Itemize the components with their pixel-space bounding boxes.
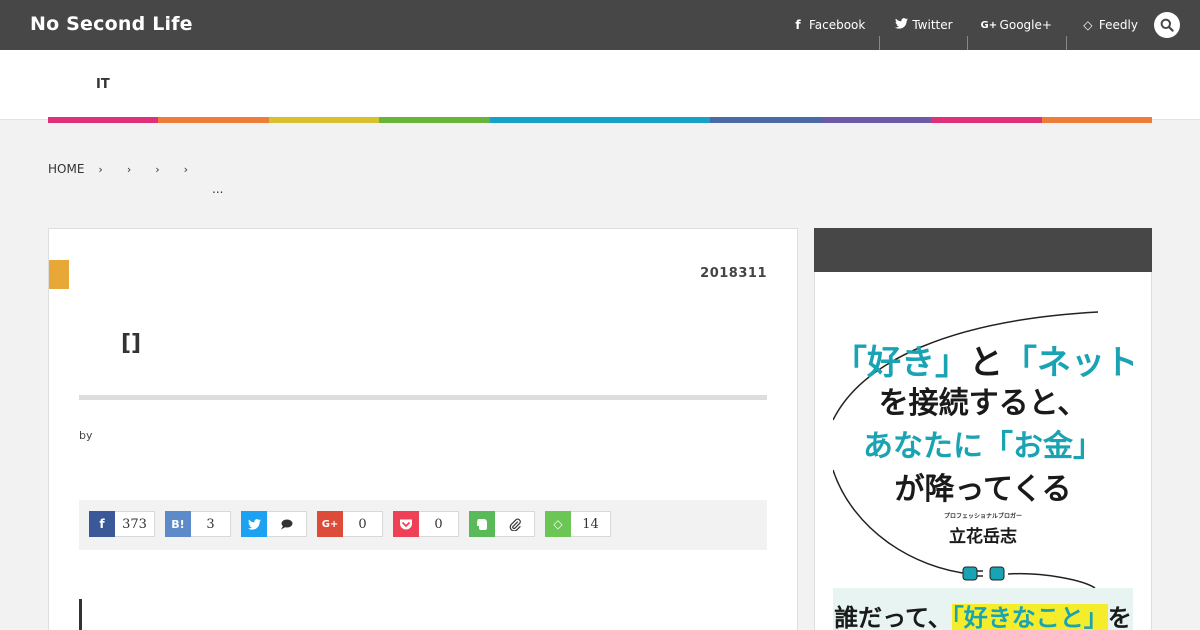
speech-bubble-icon (281, 519, 293, 529)
chevron-right-icon: › (98, 162, 103, 176)
book-cover-ad[interactable]: 「好き」と「ネット」 を接続すると、 あなたに「お金」 が降ってくる プロフェッ… (833, 290, 1133, 630)
chevron-right-icon: › (126, 162, 132, 176)
share-evernote[interactable] (469, 511, 535, 537)
social-link-twitter[interactable]: Twitter (879, 18, 966, 50)
google-plus-icon: G+ (317, 511, 343, 537)
facebook-icon: f (795, 18, 801, 32)
share-hatena[interactable]: B! 3 (165, 511, 231, 537)
site-title[interactable]: No Second Life (30, 13, 193, 35)
category-color-stripe (48, 117, 1153, 123)
book-title-line: あなたに「お金」 (863, 429, 1103, 464)
book-title-line: が降ってくる (894, 472, 1072, 507)
sidebar-widget: 「好き」と「ネット」 を接続すると、 あなたに「お金」 が降ってくる プロフェッ… (814, 272, 1152, 630)
share-pocket[interactable]: 0 (393, 511, 459, 537)
social-link-label: Feedly (1098, 18, 1138, 32)
facebook-icon: f (89, 511, 115, 537)
social-link-facebook[interactable]: f Facebook (776, 18, 879, 32)
share-count: 3 (191, 511, 231, 537)
main-nav: IT (0, 50, 1200, 120)
title-divider (79, 395, 767, 400)
share-facebook[interactable]: f 373 (89, 511, 155, 537)
breadcrumb: HOME › › › › (48, 162, 198, 176)
twitter-icon (241, 511, 267, 537)
share-count (267, 511, 307, 537)
social-link-label: Twitter (912, 18, 953, 32)
stripe-segment (931, 117, 1042, 123)
share-feedly[interactable]: ◇ 14 (545, 511, 611, 537)
breadcrumb-current: ... (212, 182, 224, 196)
chevron-right-icon: › (155, 162, 160, 176)
stripe-segment (600, 117, 711, 123)
pocket-icon (393, 511, 419, 537)
search-icon (1160, 18, 1174, 32)
nav-item-it[interactable]: IT (96, 77, 110, 92)
feedly-icon: ◇ (545, 511, 571, 537)
top-bar: No Second Life f Facebook Twitter G+ Goo… (0, 0, 1200, 50)
book-title-line: 「好き」と「ネット」 (833, 343, 1133, 383)
stripe-segment (268, 117, 380, 123)
stripe-segment (489, 117, 601, 123)
category-tag[interactable] (49, 260, 69, 289)
social-link-feedly[interactable]: ◇ Feedly (1065, 18, 1138, 50)
evernote-icon (469, 511, 495, 537)
share-count: 0 (343, 511, 383, 537)
breadcrumb-home[interactable]: HOME (48, 162, 84, 176)
book-author-title: プロフェッショナルブロガー (943, 513, 1022, 520)
share-count: 373 (115, 511, 155, 537)
post-date: 2018311 (700, 266, 767, 281)
paperclip-icon (509, 518, 521, 531)
book-subtitle: 誰だって、「好きなこと」を (834, 604, 1132, 630)
google-plus-icon: G+ (980, 19, 998, 31)
post-author: by (79, 429, 93, 442)
twitter-icon (893, 18, 909, 32)
feedly-icon: ◇ (1083, 18, 1093, 32)
hatena-bookmark-icon: B! (165, 511, 191, 537)
share-count: 0 (419, 511, 459, 537)
share-google-plus[interactable]: G+ 0 (317, 511, 383, 537)
search-button[interactable] (1154, 12, 1180, 38)
chevron-right-icon: › (183, 162, 189, 176)
article-card: 2018311 [] by f 373 B! 3 G+ 0 0 ◇ 14 (48, 228, 798, 630)
share-count (495, 511, 535, 537)
share-bar: f 373 B! 3 G+ 0 0 ◇ 14 (79, 500, 767, 550)
stripe-segment (820, 117, 932, 123)
social-links: f Facebook Twitter G+ Google+ ◇ Feedly (776, 0, 1138, 50)
share-twitter[interactable] (241, 511, 307, 537)
book-author: 立花岳志 (949, 527, 1017, 547)
share-count: 14 (571, 511, 611, 537)
blockquote-bar (79, 599, 82, 630)
stripe-segment (710, 117, 821, 123)
stripe-segment (379, 117, 490, 123)
stripe-segment (48, 117, 159, 123)
social-link-label: Google+ (999, 18, 1052, 32)
sidebar-widget-header (814, 228, 1152, 272)
stripe-segment (158, 117, 269, 123)
social-link-label: Facebook (808, 18, 866, 32)
social-link-google-plus[interactable]: G+ Google+ (966, 18, 1066, 50)
stripe-segment (1041, 117, 1153, 123)
book-title-line: を接続すると、 (878, 386, 1088, 421)
post-title: [] (121, 331, 142, 356)
